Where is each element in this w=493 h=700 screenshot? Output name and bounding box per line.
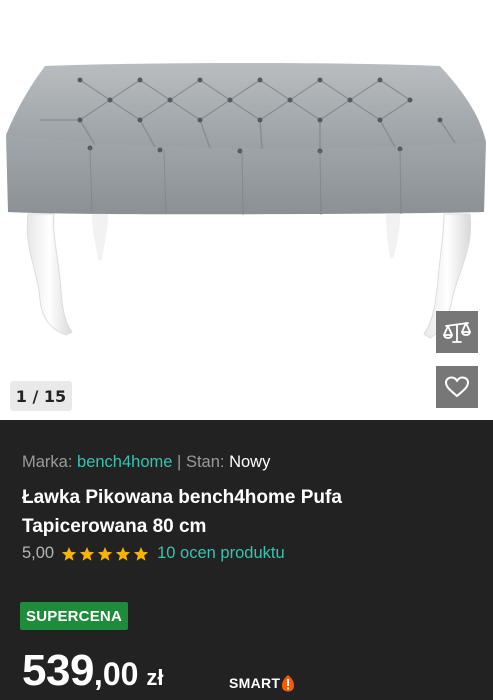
favorite-button[interactable] [436, 366, 478, 408]
star-icon [133, 546, 149, 561]
price: 539 ,00 zł [22, 646, 164, 696]
brand-label: Marka: [22, 453, 73, 471]
scales-icon [443, 322, 471, 343]
supercena-badge: SUPERCENA [20, 602, 128, 630]
smart-label: SMART [229, 675, 281, 691]
rating-score: 5,00 [22, 544, 55, 562]
star-icon [97, 546, 113, 561]
compare-button[interactable] [436, 311, 478, 353]
smart-flame-icon [282, 675, 295, 692]
star-icon [61, 546, 77, 561]
separator: | [177, 453, 182, 471]
brand-condition-line: Marka: bench4home | Stan: Nowy [22, 453, 270, 472]
product-info: Marka: bench4home | Stan: Nowy Ławka Pik… [0, 420, 493, 700]
price-currency: zł [146, 665, 164, 690]
product-image[interactable] [0, 0, 493, 420]
star-icon [79, 546, 95, 561]
condition-value: Nowy [229, 453, 271, 471]
product-gallery[interactable]: 1 / 15 [0, 0, 493, 420]
price-integer: 539 [22, 646, 94, 695]
image-counter: 1 / 15 [10, 381, 72, 411]
product-title: Ławka Pikowana bench4home Pufa Tapicerow… [22, 487, 342, 537]
rating-stars [61, 546, 149, 562]
price-decimal: ,00 [93, 656, 139, 692]
brand-link[interactable]: bench4home [77, 453, 172, 471]
rating-row[interactable]: 5,00 10 ocen produktu [22, 544, 285, 563]
smart-badge[interactable]: SMART [229, 674, 295, 692]
heart-icon [445, 376, 469, 397]
star-icon [115, 546, 131, 561]
condition-label: Stan: [185, 453, 225, 471]
reviews-link[interactable]: 10 ocen produktu [157, 544, 285, 563]
